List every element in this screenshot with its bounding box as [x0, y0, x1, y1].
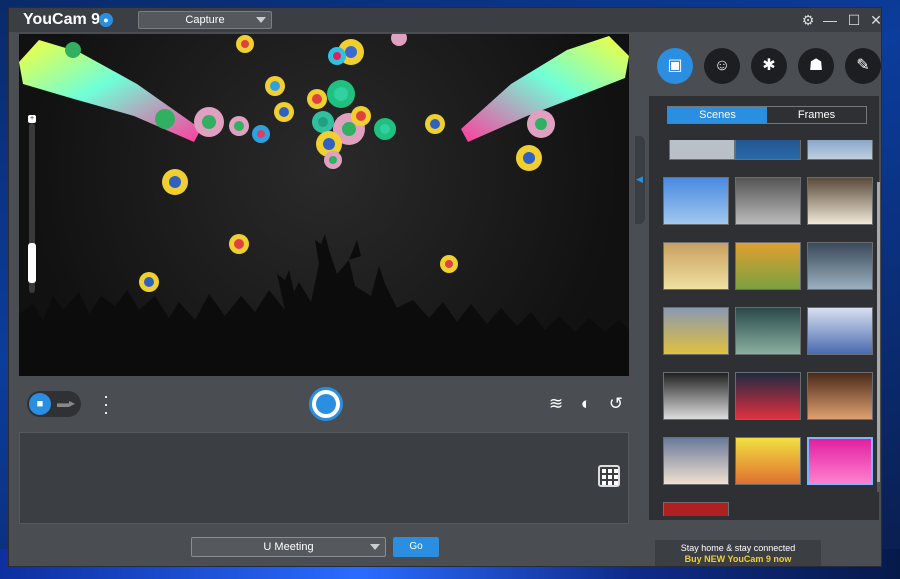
effects-sidebar: ▣ ☺ ✱ ☗ ✎ Scenes Frames	[645, 32, 882, 567]
bell-icon[interactable]: ●	[99, 13, 113, 27]
media-library-panel	[19, 432, 629, 524]
scene-thumbnail[interactable]	[735, 242, 801, 290]
capture-button[interactable]	[309, 387, 343, 421]
chevron-down-icon	[370, 544, 380, 550]
scene-thumbnail[interactable]	[735, 372, 801, 420]
grid-view-icon[interactable]	[598, 465, 620, 487]
zoom-slider[interactable]: +	[29, 123, 35, 293]
scrollbar-thumb[interactable]	[877, 182, 880, 482]
mode-select[interactable]: Capture	[138, 11, 272, 29]
close-button[interactable]: ✕	[867, 11, 882, 29]
capture-controls: ■ ▬▸ ··· ≋ ◐ ↺	[19, 378, 629, 430]
promo-line-2[interactable]: Buy NEW YouCam 9 now	[655, 554, 821, 565]
zoom-slider-handle[interactable]	[28, 243, 36, 283]
more-options-icon[interactable]: ···	[103, 392, 109, 416]
scene-thumbnail[interactable]	[663, 372, 729, 420]
avatar-category[interactable]: ☗	[798, 48, 834, 84]
brush-category[interactable]: ✎	[845, 48, 881, 84]
tab-scenes[interactable]: Scenes	[668, 107, 767, 123]
party-scene-effect	[19, 34, 629, 376]
scene-thumbnail[interactable]	[807, 177, 873, 225]
scene-thumbnail[interactable]	[735, 177, 801, 225]
effect-tabs: Scenes Frames	[667, 106, 867, 124]
app-logo: YouCam 9	[23, 11, 100, 29]
title-bar: YouCam 9 ● Capture ⚙ — ☐ ✕	[9, 8, 882, 32]
camera-icon[interactable]: ■	[29, 393, 51, 415]
scenes-category[interactable]: ▣	[657, 48, 693, 84]
gear-icon[interactable]: ⚙	[799, 11, 817, 29]
scene-thumbnail[interactable]	[663, 437, 729, 485]
camera-preview[interactable]: +	[19, 34, 629, 376]
scene-thumbnail[interactable]	[663, 242, 729, 290]
scene-thumbnail[interactable]	[735, 140, 801, 160]
minimize-button[interactable]: —	[821, 11, 839, 29]
scene-thumbnail[interactable]	[663, 177, 729, 225]
promo-banner[interactable]: Stay home & stay connected Buy NEW YouCa…	[655, 540, 821, 567]
effects-panel: Scenes Frames	[649, 96, 879, 520]
sparkle-icon[interactable]: ◐	[575, 393, 597, 415]
chevron-left-icon: ◀	[636, 174, 643, 185]
tab-frames[interactable]: Frames	[767, 107, 866, 123]
layers-icon[interactable]: ≋	[545, 393, 567, 415]
video-icon[interactable]: ▬▸	[57, 396, 75, 410]
mode-select-label: Capture	[185, 14, 224, 26]
meeting-app-select[interactable]: U Meeting	[191, 537, 386, 557]
rotate-icon[interactable]: ↺	[605, 393, 627, 415]
promo-line-1: Stay home & stay connected	[655, 543, 821, 554]
maximize-button[interactable]: ☐	[845, 11, 863, 29]
panel-collapse-handle[interactable]: ◀	[635, 136, 645, 224]
go-button[interactable]: Go	[393, 537, 439, 557]
photo-video-toggle[interactable]: ■ ▬▸	[27, 391, 81, 417]
zoom-in-icon[interactable]: +	[28, 115, 36, 123]
scene-thumbnail[interactable]	[807, 242, 873, 290]
scene-thumbnail[interactable]	[807, 140, 873, 160]
meeting-app-label: U Meeting	[263, 541, 313, 553]
scene-thumbnail[interactable]	[663, 307, 729, 355]
scene-thumbnail-selected[interactable]	[807, 437, 873, 485]
scene-thumbnail[interactable]	[807, 307, 873, 355]
shutter-icon	[316, 394, 336, 414]
scene-thumbnail[interactable]	[735, 307, 801, 355]
scene-thumbnail[interactable]	[663, 502, 729, 516]
emoji-category[interactable]: ☺	[704, 48, 740, 84]
scene-thumbnail[interactable]	[807, 372, 873, 420]
scene-thumbnail[interactable]	[669, 140, 735, 160]
scene-thumbnails	[661, 140, 875, 516]
scrollbar[interactable]	[877, 182, 880, 492]
chevron-down-icon	[256, 17, 266, 23]
particle-category[interactable]: ✱	[751, 48, 787, 84]
meeting-bar: U Meeting Go	[19, 529, 629, 567]
scene-thumbnail[interactable]	[735, 437, 801, 485]
youcam-window: YouCam 9 ● Capture ⚙ — ☐ ✕	[8, 7, 882, 567]
